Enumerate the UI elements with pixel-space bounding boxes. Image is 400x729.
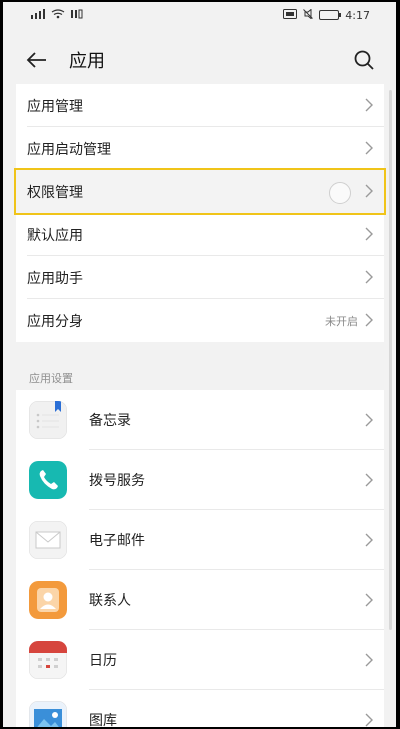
menu-item-startup-management[interactable]: 应用启动管理 bbox=[16, 127, 384, 170]
search-icon[interactable] bbox=[350, 46, 378, 74]
app-item-contacts[interactable]: 联系人 bbox=[16, 570, 384, 630]
chevron-right-icon bbox=[365, 98, 373, 112]
notes-icon bbox=[29, 401, 67, 439]
chevron-right-icon bbox=[365, 593, 373, 607]
section-header-app-settings: 应用设置 bbox=[29, 372, 73, 385]
app-item-label: 拨号服务 bbox=[89, 473, 145, 489]
page-title: 应用 bbox=[69, 51, 105, 72]
app-item-notes[interactable]: 备忘录 bbox=[16, 390, 384, 450]
status-bar: 4:17 bbox=[3, 2, 396, 28]
app-twin-status: 未开启 bbox=[325, 314, 358, 328]
email-icon bbox=[29, 521, 67, 559]
app-item-calendar[interactable]: 日历 bbox=[16, 630, 384, 690]
back-arrow-icon[interactable] bbox=[23, 46, 51, 74]
app-item-email[interactable]: 电子邮件 bbox=[16, 510, 384, 570]
menu-item-app-management[interactable]: 应用管理 bbox=[16, 84, 384, 127]
app-item-label: 电子邮件 bbox=[89, 533, 145, 549]
app-settings-list: 备忘录 拨号服务 电子邮件 联系人 日历 图库 bbox=[16, 390, 384, 727]
contacts-icon bbox=[29, 581, 67, 619]
app-item-label: 日历 bbox=[89, 653, 117, 669]
battery-icon bbox=[319, 10, 342, 20]
status-left bbox=[31, 8, 83, 22]
app-menu-list: 应用管理 应用启动管理 权限管理 默认应用 应用助手 应用分身 未开启 bbox=[14, 84, 386, 342]
app-header: 应用 bbox=[3, 36, 396, 84]
menu-item-label: 应用启动管理 bbox=[27, 141, 111, 158]
chevron-right-icon bbox=[365, 141, 373, 155]
phone-icon bbox=[29, 461, 67, 499]
menu-item-label: 权限管理 bbox=[27, 184, 83, 201]
status-right: 4:17 bbox=[283, 7, 370, 22]
network-speed-icon bbox=[71, 9, 83, 22]
gallery-icon bbox=[29, 701, 67, 727]
phone-screen: 4:17 应用 应用管理 应用启动管理 权限管理 默认应用 应用助手 应用分身 … bbox=[3, 2, 396, 727]
tap-indicator bbox=[329, 182, 351, 204]
calendar-icon bbox=[29, 641, 67, 679]
chevron-right-icon bbox=[365, 713, 373, 727]
chevron-right-icon bbox=[365, 184, 373, 198]
chevron-right-icon bbox=[365, 413, 373, 427]
chevron-right-icon bbox=[365, 533, 373, 547]
menu-item-label: 应用管理 bbox=[27, 98, 83, 115]
menu-item-app-twin[interactable]: 应用分身 未开启 bbox=[16, 299, 384, 342]
app-item-gallery[interactable]: 图库 bbox=[16, 690, 384, 727]
app-item-label: 联系人 bbox=[89, 593, 131, 609]
menu-item-label: 默认应用 bbox=[27, 227, 83, 244]
chevron-right-icon bbox=[365, 270, 373, 284]
mute-icon bbox=[303, 7, 314, 22]
menu-item-label: 应用分身 bbox=[27, 313, 83, 330]
chevron-right-icon bbox=[365, 473, 373, 487]
menu-item-permission-management[interactable]: 权限管理 bbox=[14, 168, 386, 215]
app-item-label: 图库 bbox=[89, 713, 117, 727]
signal-icon bbox=[31, 8, 45, 22]
hd-icon bbox=[283, 8, 298, 22]
app-item-label: 备忘录 bbox=[89, 413, 131, 429]
chevron-right-icon bbox=[365, 653, 373, 667]
app-item-dialer[interactable]: 拨号服务 bbox=[16, 450, 384, 510]
wifi-icon bbox=[51, 8, 65, 22]
menu-item-label: 应用助手 bbox=[27, 270, 83, 287]
scrollbar[interactable] bbox=[389, 90, 392, 630]
menu-item-app-assistant[interactable]: 应用助手 bbox=[16, 256, 384, 299]
status-time: 4:17 bbox=[345, 8, 370, 22]
chevron-right-icon bbox=[365, 313, 373, 327]
chevron-right-icon bbox=[365, 227, 373, 241]
menu-item-default-apps[interactable]: 默认应用 bbox=[16, 213, 384, 256]
